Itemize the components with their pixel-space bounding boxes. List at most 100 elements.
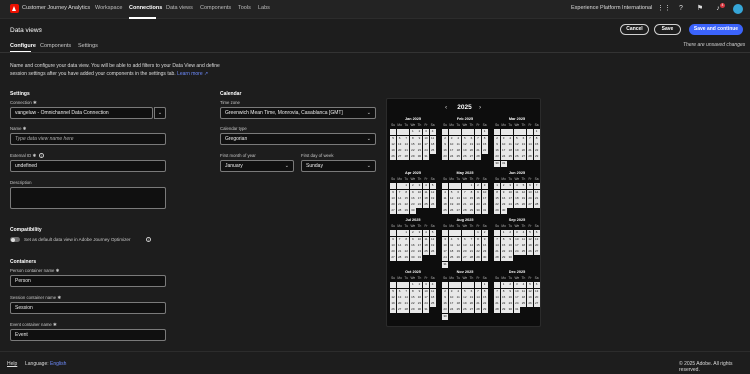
day-cell: 24 (416, 249, 423, 256)
day-cell: 22 (494, 202, 501, 209)
nav-tools[interactable]: Tools (238, 5, 251, 11)
name-input[interactable]: Type data view name here (10, 133, 166, 145)
person-container-input[interactable]: Person (10, 275, 166, 287)
day-cell: 3 (513, 230, 520, 237)
weekday-label: Tu (404, 123, 409, 127)
day-cell: 13 (461, 242, 468, 249)
adobe-logo-icon[interactable] (10, 4, 19, 13)
day-cell: 9 (442, 141, 449, 148)
day-cell: 9 (442, 294, 449, 301)
weekday-label: Tu (456, 177, 461, 181)
event-container-input[interactable]: Event (10, 329, 166, 341)
compatibility-info-icon[interactable]: i (146, 237, 151, 242)
month-calendar: Mar 2025 Su Mo Tu We Th Fr Sa 1 2 3 4 5 6 7 8 9 10 11 12 13 1… (494, 117, 540, 167)
day-cell: 23 (442, 154, 449, 161)
day-cell: 24 (416, 202, 423, 209)
help-link[interactable]: Help (7, 361, 17, 367)
session-container-input[interactable]: Session (10, 302, 166, 314)
day-cell: 26 (526, 301, 534, 308)
save-button[interactable]: Save (654, 24, 681, 35)
day-cell: 15 (474, 242, 482, 249)
weekday-label: Th (521, 123, 526, 127)
day-cell: 8 (409, 135, 416, 142)
weekday-label: Tu (508, 276, 513, 280)
day-cell: 25 (507, 154, 514, 161)
day-cell: 31 (442, 261, 449, 268)
time-zone-dropdown[interactable]: Greenwich Mean Time, Monrovia, Casablanc… (220, 107, 376, 119)
month-grid: Su Mo Tu We Th Fr Sa 1 2 3 4 5 6 7 8 9 10 11 12 13 14 15 16 17 1… (494, 276, 540, 314)
apps-grid-icon[interactable]: ⋮⋮ (657, 5, 671, 13)
day-cell: 18 (448, 249, 455, 256)
org-switcher[interactable]: Experience Platform International (571, 5, 652, 11)
day-cell: 27 (533, 249, 540, 256)
day-cell: 20 (533, 294, 540, 301)
next-year-chevron-icon[interactable]: › (479, 104, 481, 111)
tab-components[interactable]: Components (40, 43, 71, 49)
nav-workspace[interactable]: Workspace (95, 5, 122, 11)
day-cell: 24 (513, 301, 520, 308)
day-cell: 19 (526, 294, 534, 301)
day-cell: 15 (409, 141, 416, 148)
weekday-label: Mo (501, 276, 506, 280)
default-data-view-toggle[interactable] (10, 237, 20, 242)
day-cell: 18 (422, 195, 430, 202)
day-cell: 28 (468, 255, 475, 262)
tab-settings[interactable]: Settings (78, 43, 98, 49)
empty-day-cell (390, 282, 397, 289)
connection-field[interactable]: vangeluw - Omnichannel Data Connection (10, 107, 153, 119)
day-cell: 20 (390, 249, 397, 256)
calendar-type-dropdown[interactable]: Gregorian ⌄ (220, 133, 376, 145)
day-cell: 24 (481, 202, 488, 209)
day-cell: 2 (409, 230, 416, 237)
day-cell: 22 (481, 301, 488, 308)
weekday-label: Su (443, 276, 447, 280)
cancel-button[interactable]: Cancel (620, 24, 649, 35)
day-cell: 5 (520, 183, 527, 190)
day-cell: 16 (442, 148, 449, 155)
empty-day-cell (494, 129, 501, 136)
footer: Help Language: English © 2025 Adobe. All… (0, 351, 750, 374)
language-value[interactable]: English (50, 361, 66, 367)
month-grid: Su Mo Tu We Th Fr Sa 1 2 3 4 5 6 7 8 9 10 11 12 13 14 15 16 17 1… (390, 276, 436, 314)
feedback-icon[interactable]: ⚑ (696, 5, 704, 13)
nav-components[interactable]: Components (200, 5, 231, 11)
weekday-label: Mo (397, 177, 402, 181)
day-cell: 21 (461, 202, 468, 209)
nav-labs[interactable]: Labs (258, 5, 270, 11)
day-cell: 9 (409, 236, 416, 243)
external-link-icon[interactable]: ↗ (204, 71, 208, 77)
day-cell: 20 (533, 242, 540, 249)
day-cell: 6 (533, 230, 540, 237)
weekday-label: Sa (534, 276, 539, 280)
learn-more-link[interactable]: Learn more (177, 71, 203, 77)
tab-configure[interactable]: Configure (10, 43, 36, 49)
day-cell: 26 (429, 249, 436, 256)
external-id-input[interactable]: undefined (10, 160, 166, 172)
save-and-continue-button[interactable]: Save and continue (689, 24, 743, 35)
external-id-info-icon[interactable]: i (39, 153, 44, 158)
day-cell: 31 (500, 160, 507, 167)
month-calendar: Jan 2025 Su Mo Tu We Th Fr Sa 1 2 3 4 5 6 7 8 9 10 11 12 13 1… (390, 117, 436, 161)
day-cell: 1 (481, 129, 488, 136)
empty-day-cell (461, 129, 468, 136)
first-month-dropdown[interactable]: January ⌄ (220, 160, 294, 172)
day-cell: 9 (507, 288, 514, 295)
connection-dropdown-chevron-icon[interactable]: ⌄ (154, 107, 166, 119)
language-selector[interactable]: Language: English (25, 361, 66, 367)
nav-connections[interactable]: Connections (129, 5, 162, 11)
weekday-label: We (462, 224, 468, 228)
day-cell: 30 (500, 208, 507, 215)
empty-day-cell (442, 230, 449, 237)
day-cell: 11 (442, 195, 449, 202)
day-cell: 2 (416, 282, 423, 289)
first-day-dropdown[interactable]: Sunday ⌄ (301, 160, 376, 172)
day-cell: 10 (481, 189, 488, 196)
day-cell: 12 (461, 294, 468, 301)
nav-data-views[interactable]: Data views (166, 5, 193, 11)
app-title[interactable]: Customer Journey Analytics (22, 5, 90, 11)
user-avatar[interactable] (733, 4, 743, 14)
description-textarea[interactable] (10, 187, 166, 209)
day-cell: 29 (500, 255, 507, 262)
day-cell: 1 (494, 183, 501, 190)
help-icon[interactable]: ? (677, 5, 685, 13)
